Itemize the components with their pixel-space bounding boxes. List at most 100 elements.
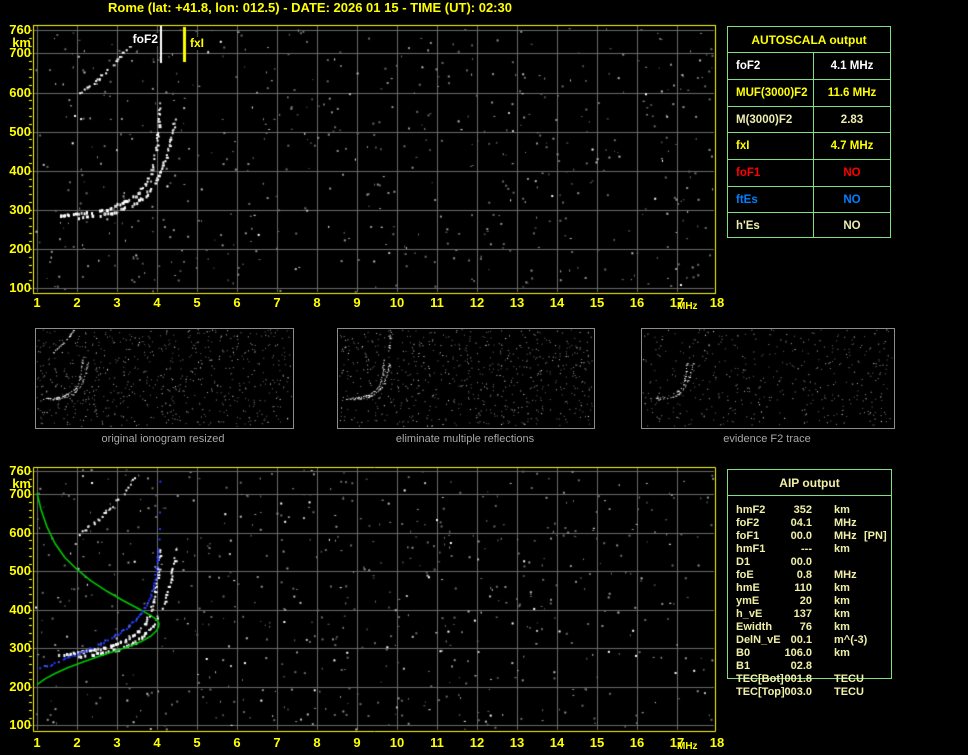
x-tick-label: 4 (153, 735, 161, 750)
parameter-value: 00.0 (790, 556, 812, 568)
parameter-value: 110 (794, 582, 812, 594)
aip-row-hme: hmE 110 km (736, 582, 966, 595)
x-tick-label: 11 (430, 735, 444, 750)
autoscala-table-header: AUTOSCALA output (751, 33, 867, 47)
x-axis-unit-label: MHz (677, 301, 698, 312)
parameter-label: fxI (736, 140, 750, 152)
fof2-marker-label: foF2 (119, 33, 159, 46)
parameter-unit: km (834, 582, 850, 594)
parameter-unit: km (834, 621, 850, 633)
aip-row-hve: h_vE 137 km (736, 608, 966, 621)
parameter-unit: m^(-3) (834, 634, 868, 646)
x-tick-label: 10 (389, 295, 405, 310)
x-tick-label: 2 (73, 295, 81, 310)
parameter-unit: km (834, 595, 850, 607)
parameter-unit: TECU (834, 673, 864, 685)
y-axis-unit-label: km (12, 35, 31, 50)
x-tick-label: 11 (430, 295, 444, 310)
autoscala-row-m3000f2: M(3000)F2 2.83 (728, 106, 890, 132)
aip-row-foe: foE 0.8 MHz (736, 569, 966, 582)
aip-row-tecbot: TEC[Bot] 001.8 TECU (736, 673, 966, 686)
parameter-value: 2.83 (840, 113, 864, 126)
parameter-value: --- (801, 543, 812, 555)
y-tick-label: 400 (9, 601, 31, 617)
aip-row-hmf1: hmF1 --- km (736, 543, 966, 556)
parameter-value: 00.0 (790, 530, 812, 542)
parameter-value: 20 (799, 595, 812, 607)
x-tick-label: 8 (313, 295, 321, 310)
autoscala-row-fof1: foF1 NO (728, 159, 890, 186)
y-tick-label: 200 (9, 240, 31, 256)
parameter-value: 00.1 (790, 634, 812, 646)
parameter-value: NO (843, 219, 861, 232)
panel-caption-original: original ionogram resized (101, 433, 225, 445)
aip-row-b1: B1 02.8 (736, 660, 966, 673)
x-tick-label: 18 (709, 295, 725, 310)
x-tick-label: 7 (273, 735, 281, 750)
x-tick-label: 18 (709, 735, 725, 750)
parameter-value: 0.8 (796, 569, 812, 581)
parameter-value: 02.8 (790, 660, 812, 672)
parameter-label: foF2 (736, 60, 761, 72)
autoscala-row-fxi: fxI 4.7 MHz (728, 132, 890, 159)
y-tick-label: 500 (9, 123, 31, 139)
panel-original-ionogram (35, 328, 294, 429)
panel-caption-eliminate: eliminate multiple reflections (395, 433, 535, 445)
x-tick-label: 14 (549, 295, 565, 310)
autoscala-row-muf3000f2: MUF(3000)F2 11.6 MHz (728, 79, 890, 106)
y-tick-label: 200 (9, 678, 31, 694)
x-tick-label: 14 (549, 735, 565, 750)
autoscala-row-ftes: ftEs NO (728, 186, 890, 212)
aip-row-tectop: TEC[Top] 003.0 TECU (736, 686, 966, 699)
y-tick-label: 500 (9, 563, 31, 579)
panel-caption-evidence: evidence F2 trace (723, 433, 811, 445)
x-tick-label: 13 (509, 735, 525, 750)
aip-table-header: AIP output (728, 470, 891, 496)
x-tick-label: 3 (113, 735, 121, 750)
parameter-unit: km (834, 504, 850, 516)
y-tick-label: 400 (9, 162, 31, 178)
parameter-label: ftEs (736, 193, 758, 206)
x-tick-label: 7 (273, 295, 281, 310)
x-tick-label: 16 (629, 735, 645, 750)
aip-row-fof1: foF1 00.0 MHz [PN] (736, 530, 966, 543)
y-tick-label: 300 (9, 201, 31, 217)
parameter-unit: km (834, 647, 850, 659)
parameter-value: NO (843, 167, 861, 179)
parameter-value: 04.1 (790, 517, 812, 529)
x-tick-label: 16 (629, 295, 645, 310)
parameter-value: 137 (793, 608, 812, 620)
parameter-unit: MHz (834, 517, 857, 529)
parameter-value: NO (843, 193, 861, 206)
x-tick-label: 15 (589, 735, 605, 750)
autoscala-row-hes: h'Es NO (728, 212, 890, 238)
parameter-note: [PN] (864, 530, 887, 542)
y-tick-label: 100 (9, 717, 31, 733)
autoscala-row-fof2: foF2 4.1 MHz (728, 52, 890, 79)
x-tick-label: 10 (389, 735, 405, 750)
aip-row-hmf2: hmF2 352 km (736, 504, 966, 517)
x-tick-label: 8 (313, 735, 321, 750)
aip-row-d1: D1 00.0 (736, 556, 966, 569)
x-tick-label: 6 (233, 295, 241, 310)
parameter-label: foF1 (736, 167, 761, 179)
parameter-label: M(3000)F2 (736, 113, 793, 126)
y-tick-label: 600 (9, 524, 31, 540)
parameter-unit: MHz (834, 569, 857, 581)
x-axis-unit-label: MHz (677, 741, 698, 752)
parameter-label: MUF(3000)F2 (736, 87, 808, 99)
aip-row-delnve: DelN_vE 00.1 m^(-3) (736, 634, 966, 647)
parameter-value: 4.1 MHz (830, 60, 874, 72)
x-tick-label: 13 (509, 295, 525, 310)
parameter-value: 106.0 (784, 647, 812, 659)
aip-row-b0: B0 106.0 km (736, 647, 966, 660)
y-tick-label: 100 (9, 280, 31, 296)
fxi-marker-label: fxI (189, 36, 206, 50)
parameter-value: 11.6 MHz (827, 87, 877, 99)
aip-row-yme: ymE 20 km (736, 595, 966, 608)
x-tick-label: 2 (73, 735, 81, 750)
x-tick-label: 1 (33, 735, 41, 750)
x-tick-label: 5 (193, 295, 201, 310)
x-tick-label: 5 (193, 735, 201, 750)
parameter-label: h'Es (736, 219, 760, 232)
